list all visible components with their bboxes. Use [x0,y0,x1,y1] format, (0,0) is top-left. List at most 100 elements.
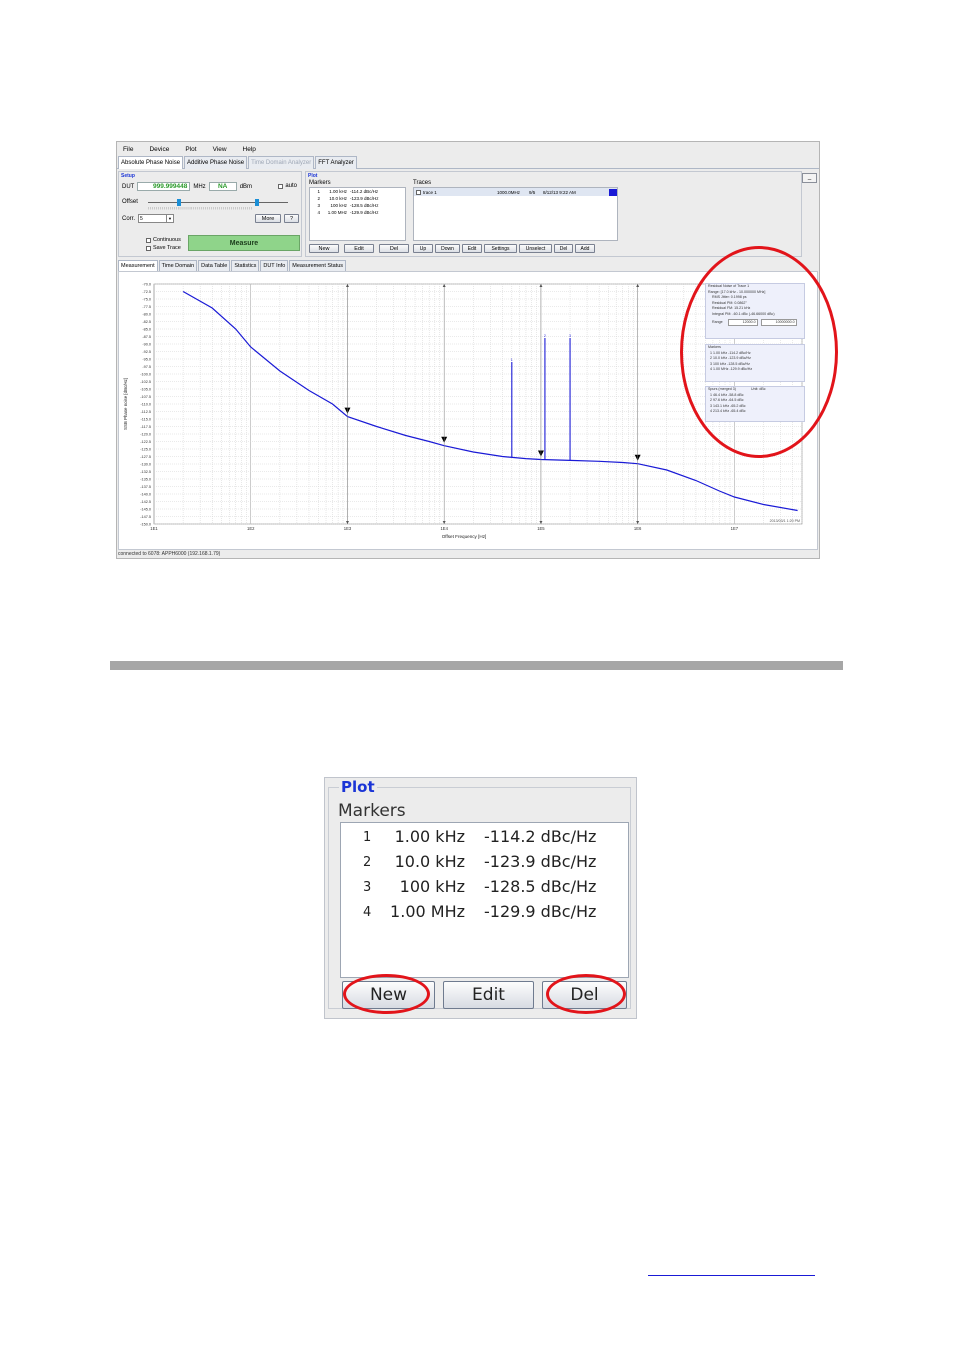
marker-num: 3 [317,203,320,208]
trace-add-button[interactable]: Add [575,244,595,253]
tab-additive-phase-noise[interactable]: Additive Phase Noise [184,156,248,169]
trace-date: 8/12/13 9:22 AM [543,189,576,195]
marker-bottom-arrow [636,521,640,524]
y-tick-label: -107.5 [140,395,151,399]
menu-help[interactable]: Help [243,146,256,153]
tab-dut-info[interactable]: DUT Info [260,260,289,271]
chevron-down-icon: ▼ [166,215,173,222]
marker-value: -114.2 dBc/Hz [350,189,379,194]
list-item[interactable]: 4 1.00 MHz -129.9 dBc/Hz [310,209,405,216]
marker-buttons: New Edit Del [309,244,409,253]
y-tick-label: -92.5 [142,350,151,354]
more-button[interactable]: More [255,214,281,223]
list-item[interactable]: 2 10.0 kHz -123.9 dBc/Hz [310,195,405,202]
menu-device[interactable]: Device [149,146,169,153]
list-item[interactable]: 1 1.00 kHz -114.2 dBc/Hz [310,188,405,195]
y-tick-label: -142.5 [140,500,151,504]
marker-value: -128.5 dBc/Hz [350,203,379,208]
dut-label: DUT [122,183,135,190]
list-item[interactable]: 1 1.00 kHz -114.2 dBc/Hz [341,827,628,849]
trace-edit-button[interactable]: Edit [462,244,482,253]
zoomed-plot-title: Plot [339,778,377,796]
traces-list[interactable]: trace 1 1000.0MHz 9/5 8/12/13 9:22 AM [413,187,618,241]
tab-fft-analyzer[interactable]: FFT Analyzer [315,156,357,169]
trace-up-button[interactable]: Up [413,244,433,253]
power-unit: dBm [239,183,253,190]
marker-top-arrow [636,284,640,287]
corr-value: 5 [140,216,143,222]
table-row[interactable]: trace 1 1000.0MHz 9/5 8/12/13 9:22 AM [414,188,617,196]
y-axis-label: SSB Phase noise [dBc/Hz] [123,378,128,430]
tab-measurement-status[interactable]: Measurement Status [289,260,347,271]
list-item[interactable]: 4 1.00 MHz -129.9 dBc/Hz [341,902,628,924]
marker-value: -114.2 dBc/Hz [484,827,597,846]
new-marker-button[interactable]: New [309,244,339,253]
setup-group: Setup DUT 999.999448 MHz NA dBm auto Off… [118,171,302,257]
menu-file[interactable]: File [123,146,133,153]
trace-visible-checkbox[interactable] [416,189,421,195]
auto-checkbox[interactable] [278,183,284,189]
marker-bottom-arrow [539,521,543,524]
tab-measurement[interactable]: Measurement [118,260,158,271]
zoomed-markers-list[interactable]: 1 1.00 kHz -114.2 dBc/Hz 2 10.0 kHz -123… [340,822,629,978]
y-tick-label: -100.0 [140,372,151,376]
offset-slider-row: Offset |||||||||||||||||||||||||||||||||… [122,197,292,211]
marker-top-arrow [345,284,349,287]
marker-bottom-arrow [345,521,349,524]
save-trace-option[interactable]: Save Trace [146,244,181,252]
y-tick-label: -90.0 [142,342,151,346]
trace-unselect-button[interactable]: Unselect [519,244,552,253]
y-tick-label: -97.5 [142,365,151,369]
y-tick-label: -130.0 [140,462,151,466]
tab-absolute-phase-noise[interactable]: Absolute Phase Noise [118,156,184,169]
y-tick-label: -87.5 [142,335,151,339]
x-tick-label: 1E3 [344,526,352,531]
minimize-button[interactable]: _ [802,173,817,183]
spur-label: 3 [569,334,571,338]
footer-link-underline[interactable] [648,1275,815,1276]
tab-statistics[interactable]: Statistics [231,260,260,271]
y-tick-label: -75.0 [142,297,151,301]
auto-checkbox-row[interactable]: auto [278,183,297,189]
edit-marker-button[interactable]: Edit [344,244,374,253]
delete-marker-button[interactable]: Del [379,244,409,253]
list-item[interactable]: 3 100 kHz -128.5 dBc/Hz [310,202,405,209]
trace-count: 9/5 [529,189,536,195]
tab-time-domain-analyzer: Time Domain Analyzer [248,156,315,169]
zoomed-edit-button[interactable]: Edit [443,981,534,1009]
trace-down-button[interactable]: Down [435,244,460,253]
continuous-option[interactable]: Continuous [146,236,181,244]
tab-data-table[interactable]: Data Table [198,260,231,271]
trace-delete-button[interactable]: Del [554,244,573,253]
y-tick-label: -72.5 [142,290,151,294]
y-tick-label: -82.5 [142,320,151,324]
menu-view[interactable]: View [213,146,227,153]
spur-label: 2 [544,334,546,338]
markers-list[interactable]: 1 1.00 kHz -114.2 dBc/Hz 2 10.0 kHz -123.9 d… [309,187,406,241]
save-trace-checkbox[interactable] [146,245,151,251]
measure-button[interactable]: Measure [188,235,300,251]
help-button[interactable]: ? [284,214,299,223]
x-axis-label: Offset Frequency [Hz] [442,534,487,539]
y-tick-label: -137.5 [140,485,151,489]
menu-plot[interactable]: Plot [185,146,196,153]
mode-tabs: Absolute Phase Noise Additive Phase Nois… [117,156,819,169]
list-item[interactable]: 2 10.0 kHz -123.9 dBc/Hz [341,852,628,874]
marker-freq: 1.00 kHz [394,827,465,846]
corr-select[interactable]: 5 ▼ [138,214,175,223]
continuous-checkbox[interactable] [146,237,151,243]
save-trace-label: Save Trace [153,245,181,251]
list-item[interactable]: 3 100 kHz -128.5 dBc/Hz [341,877,628,899]
marker-value: -123.9 dBc/Hz [484,852,597,871]
trace-settings-button[interactable]: Settings [484,244,517,253]
offset-slider[interactable] [148,202,288,203]
marker-num: 1 [363,830,372,845]
offset-start-handle[interactable] [177,199,181,206]
tab-time-domain[interactable]: Time Domain [158,260,198,271]
offset-stop-handle[interactable] [255,199,259,206]
y-tick-label: -77.5 [142,305,151,309]
x-tick-label: 1E7 [731,526,739,531]
y-tick-label: -127.5 [140,455,151,459]
marker-freq: 100 kHz [399,877,465,896]
trace-color-swatch[interactable] [609,188,617,196]
